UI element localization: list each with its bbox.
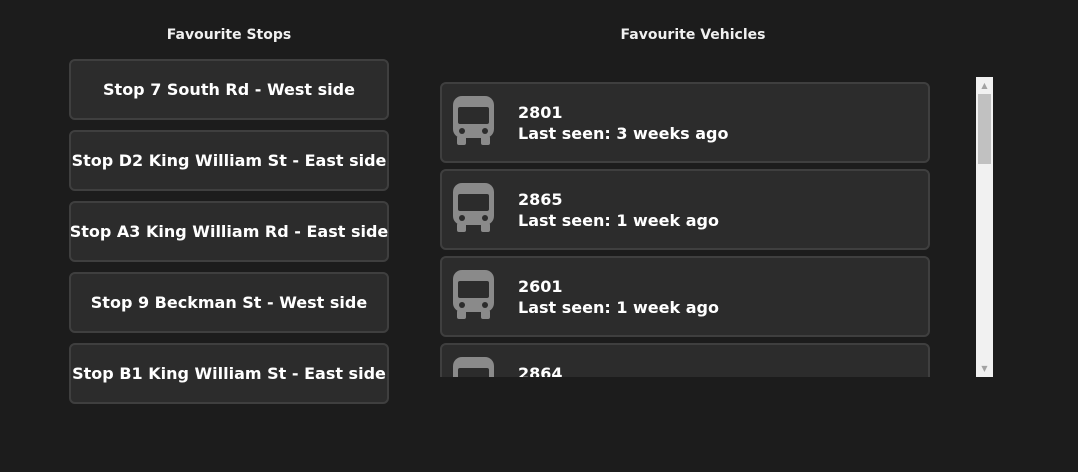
favourite-vehicles-heading: Favourite Vehicles (620, 27, 766, 43)
vehicle-last-seen: Last seen: 1 week ago (518, 298, 719, 317)
favourite-vehicles-list: 2801 Last seen: 3 weeks ago 2865 Last se… (440, 82, 930, 377)
stop-button[interactable]: Stop 9 Beckman St - West side (69, 272, 389, 333)
bus-icon (453, 183, 494, 232)
scroll-down-arrow-icon[interactable]: ▼ (976, 360, 993, 377)
vehicle-last-seen: Last seen: 1 week ago (518, 211, 719, 230)
favourites-page: Favourite Stops Stop 7 South Rd - West s… (0, 0, 1078, 472)
vehicle-card[interactable]: 2865 Last seen: 1 week ago (440, 169, 930, 250)
vehicle-card[interactable]: 2801 Last seen: 3 weeks ago (440, 82, 930, 163)
scroll-up-arrow-icon[interactable]: ▲ (976, 77, 993, 94)
vehicle-card[interactable]: 2864 (440, 343, 930, 377)
favourite-stops-list: Stop 7 South Rd - West side Stop D2 King… (69, 59, 389, 414)
vehicles-scrollbar[interactable]: ▲ ▼ (976, 77, 993, 377)
stop-button[interactable]: Stop 7 South Rd - West side (69, 59, 389, 120)
stop-button[interactable]: Stop B1 King William St - East side (69, 343, 389, 404)
scroll-thumb[interactable] (978, 94, 991, 164)
favourite-stops-heading: Favourite Stops (166, 27, 292, 43)
bus-icon (453, 357, 494, 377)
stop-button[interactable]: Stop A3 King William Rd - East side (69, 201, 389, 262)
vehicle-last-seen: Last seen: 3 weeks ago (518, 124, 729, 143)
bus-icon (453, 270, 494, 319)
bus-icon (453, 96, 494, 145)
vehicle-id: 2801 (518, 103, 563, 122)
stop-button[interactable]: Stop D2 King William St - East side (69, 130, 389, 191)
vehicle-id: 2601 (518, 277, 563, 296)
vehicle-id: 2865 (518, 190, 563, 209)
vehicle-id: 2864 (518, 364, 563, 377)
favourite-vehicles-scroll-area[interactable]: 2801 Last seen: 3 weeks ago 2865 Last se… (440, 77, 976, 377)
vehicle-card[interactable]: 2601 Last seen: 1 week ago (440, 256, 930, 337)
